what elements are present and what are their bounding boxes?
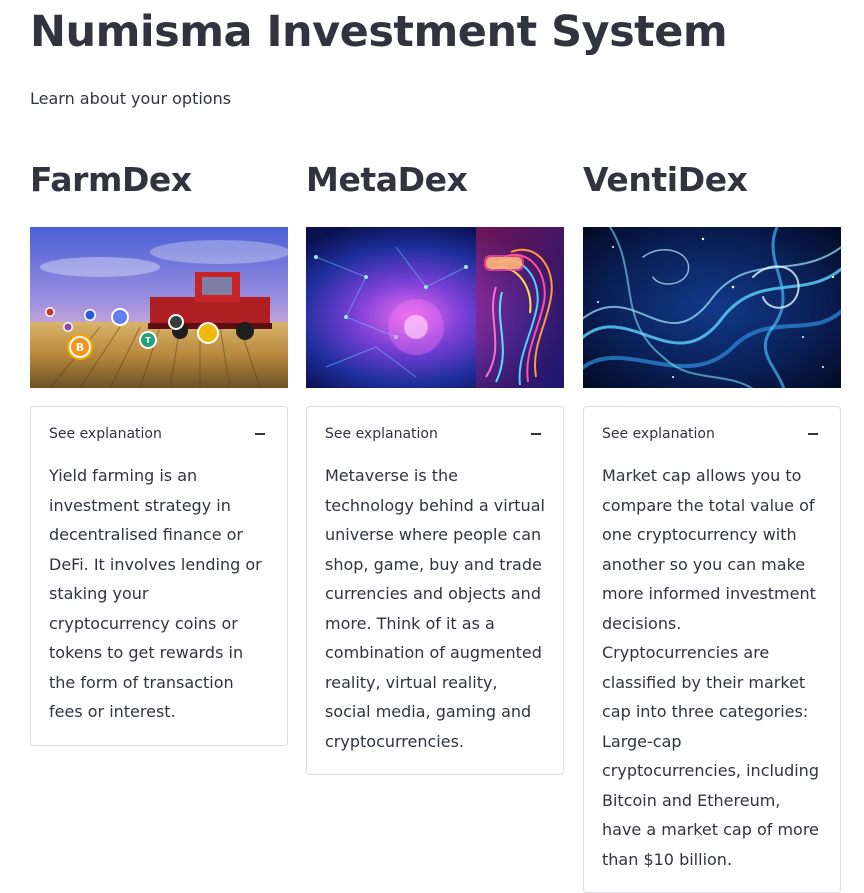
farmdex-expander: See explanation Yield farming is an inve… bbox=[30, 406, 288, 746]
svg-text:B: B bbox=[76, 341, 84, 354]
svg-text:T: T bbox=[145, 336, 151, 345]
column-title: VentiDex bbox=[583, 160, 748, 199]
ventidex-explanation: Market cap allows you to compare the tot… bbox=[602, 466, 819, 869]
column-ventidex: VentiDex See explanation Market cap allo… bbox=[583, 155, 841, 893]
metadex-expander-toggle[interactable]: See explanation bbox=[307, 407, 563, 461]
expander-label: See explanation bbox=[602, 426, 715, 442]
page-title: Numisma Investment System bbox=[30, 7, 728, 57]
ventidex-image bbox=[583, 227, 841, 388]
ventidex-expander: See explanation Market cap allows you to… bbox=[583, 406, 841, 893]
minus-icon bbox=[531, 433, 541, 435]
column-metadex: MetaDex See explanation Metaverse is the… bbox=[306, 155, 564, 775]
metadex-image bbox=[306, 227, 564, 388]
column-title: FarmDex bbox=[30, 160, 192, 199]
farmdex-expander-toggle[interactable]: See explanation bbox=[31, 407, 287, 461]
metadex-expander: See explanation Metaverse is the technol… bbox=[306, 406, 564, 775]
expander-label: See explanation bbox=[325, 426, 438, 442]
minus-icon bbox=[255, 433, 265, 435]
farmdex-explanation: Yield farming is an investment strategy … bbox=[49, 466, 262, 721]
minus-icon bbox=[808, 433, 818, 435]
expander-label: See explanation bbox=[49, 426, 162, 442]
column-farmdex: FarmDex B T See explanation Yield farmin… bbox=[30, 155, 288, 746]
ventidex-expander-toggle[interactable]: See explanation bbox=[584, 407, 840, 461]
column-title: MetaDex bbox=[306, 160, 468, 199]
metadex-explanation: Metaverse is the technology behind a vir… bbox=[325, 466, 545, 751]
farmdex-image: B T bbox=[30, 227, 288, 388]
page-subtitle: Learn about your options bbox=[30, 89, 232, 108]
